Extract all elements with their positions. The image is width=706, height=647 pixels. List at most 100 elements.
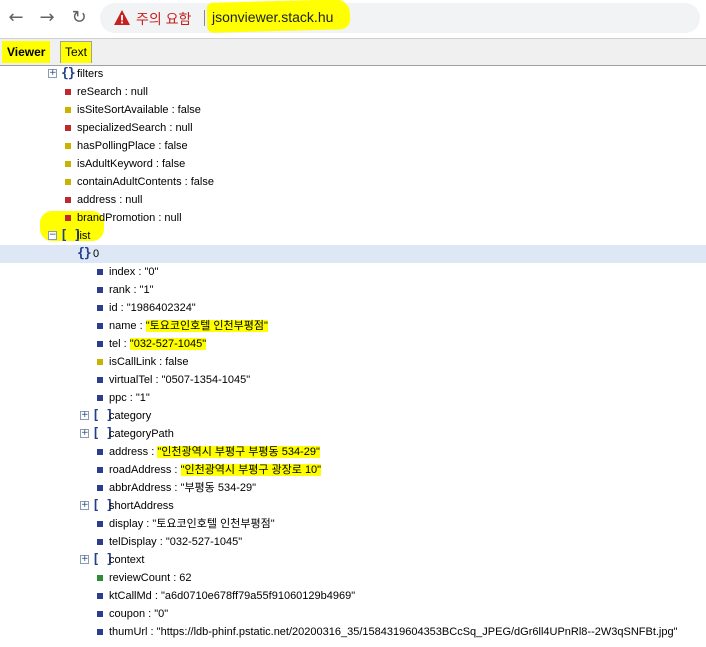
node-key: roadAddress : xyxy=(109,464,181,476)
collapse-icon[interactable]: − xyxy=(48,231,57,240)
node-key: tel : xyxy=(109,338,130,350)
boolean-value-icon xyxy=(65,161,71,167)
node-label: coupon : "0" xyxy=(109,608,169,620)
node-label: telDisplay : "032-527-1045" xyxy=(109,536,243,548)
node-key: name : xyxy=(109,320,146,332)
security-warning-label[interactable]: 주의 요함 xyxy=(136,9,191,29)
tree-node-thumUrl[interactable]: thumUrl : "https://ldb-phinf.pstatic.net… xyxy=(0,623,706,641)
tree-node-rank[interactable]: rank : "1" xyxy=(0,281,706,299)
null-value-icon xyxy=(65,125,71,131)
tab-viewer[interactable]: Viewer xyxy=(2,41,51,63)
node-label: brandPromotion : null xyxy=(77,212,182,224)
string-value-icon xyxy=(97,629,103,635)
expand-icon[interactable]: + xyxy=(48,69,57,78)
expand-icon[interactable]: + xyxy=(80,555,89,564)
url-text[interactable]: jsonviewer.stack.hu xyxy=(212,9,333,25)
boolean-value-icon xyxy=(65,143,71,149)
node-label: ktCallMd : "a6d0710e678ff79a55f91060129b… xyxy=(109,590,356,602)
forward-button[interactable]: → xyxy=(36,7,58,29)
string-value-icon xyxy=(97,377,103,383)
node-label: abbrAddress : "부평동 534-29" xyxy=(109,482,257,494)
expand-icon[interactable]: + xyxy=(80,429,89,438)
string-value-icon xyxy=(97,287,103,293)
node-label: 0 xyxy=(93,248,100,260)
node-label: context xyxy=(109,554,145,566)
node-label: index : "0" xyxy=(109,266,159,278)
browser-toolbar: ← → ↻ 주의 요함 jsonviewer.stack.hu xyxy=(0,0,706,38)
tree-node-reviewCount[interactable]: reviewCount : 62 xyxy=(0,569,706,587)
tree-node-roadAddress[interactable]: roadAddress : "인천광역시 부평구 광장로 10" xyxy=(0,461,706,479)
tree-node-ktCallMd[interactable]: ktCallMd : "a6d0710e678ff79a55f91060129b… xyxy=(0,587,706,605)
tree-node-id[interactable]: id : "1986402324" xyxy=(0,299,706,317)
tree-node-telDisplay[interactable]: telDisplay : "032-527-1045" xyxy=(0,533,706,551)
tree-node-name[interactable]: name : "토요코인호텔 인천부평점" xyxy=(0,317,706,335)
tree-node-brandPromotion[interactable]: brandPromotion : null xyxy=(0,209,706,241)
node-label: name : "토요코인호텔 인천부평점" xyxy=(109,317,268,335)
json-tree: + {} filters reSearch : null isSiteSortA… xyxy=(0,65,706,647)
tree-node-category[interactable]: + [ ] category xyxy=(0,407,706,425)
tree-node-list[interactable]: − [ ] list xyxy=(0,227,706,245)
tree-node-filters[interactable]: + {} filters xyxy=(0,65,706,83)
node-label: address : "인천광역시 부평구 부평동 534-29" xyxy=(109,443,320,461)
tree-node-isCallLink[interactable]: isCallLink : false xyxy=(0,353,706,371)
boolean-value-icon xyxy=(97,359,103,365)
node-key: address : xyxy=(109,446,158,458)
tree-node-specializedSearch[interactable]: specializedSearch : null xyxy=(0,119,706,137)
tree-node-abbrAddress[interactable]: abbrAddress : "부평동 534-29" xyxy=(0,479,706,497)
back-button[interactable]: ← xyxy=(5,7,27,29)
expand-icon[interactable]: + xyxy=(80,501,89,510)
node-label: tel : "032-527-1045" xyxy=(109,335,207,353)
tree-node-categoryPath[interactable]: + [ ] categoryPath xyxy=(0,425,706,443)
node-label: reviewCount : 62 xyxy=(109,572,192,584)
expand-icon[interactable]: + xyxy=(80,411,89,420)
tree-node-address[interactable]: address : "인천광역시 부평구 부평동 534-29" xyxy=(0,443,706,461)
highlighted-value: "인천광역시 부평구 부평동 534-29" xyxy=(157,446,320,458)
node-label: isAdultKeyword : false xyxy=(77,158,186,170)
tree-node-list-item-0[interactable]: {} 0 xyxy=(0,245,706,263)
node-label: thumUrl : "https://ldb-phinf.pstatic.net… xyxy=(109,626,678,638)
node-label: isCallLink : false xyxy=(109,356,189,368)
tree-node-context[interactable]: + [ ] context xyxy=(0,551,706,569)
tree-node-address-null[interactable]: address : null xyxy=(0,191,706,209)
tree-node-tel[interactable]: tel : "032-527-1045" xyxy=(0,335,706,353)
string-value-icon xyxy=(97,395,103,401)
tree-node-hasPollingPlace[interactable]: hasPollingPlace : false xyxy=(0,137,706,155)
node-label: specializedSearch : null xyxy=(77,122,193,134)
node-label: id : "1986402324" xyxy=(109,302,196,314)
string-value-icon xyxy=(97,323,103,329)
tree-node-isAdultKeyword[interactable]: isAdultKeyword : false xyxy=(0,155,706,173)
node-label: roadAddress : "인천광역시 부평구 광장로 10" xyxy=(109,461,322,479)
tree-node-reSearch[interactable]: reSearch : null xyxy=(0,83,706,101)
string-value-icon xyxy=(97,539,103,545)
node-label: rank : "1" xyxy=(109,284,154,296)
boolean-value-icon xyxy=(65,179,71,185)
node-label: filters xyxy=(77,68,104,80)
null-value-icon xyxy=(65,89,71,95)
null-value-icon xyxy=(65,197,71,203)
node-label: categoryPath xyxy=(109,428,174,440)
tab-text[interactable]: Text xyxy=(60,41,93,63)
node-label: isSiteSortAvailable : false xyxy=(77,104,201,116)
tree-node-coupon[interactable]: coupon : "0" xyxy=(0,605,706,623)
highlighted-value: "토요코인호텔 인천부평점" xyxy=(145,320,268,332)
tree-node-containAdultContents[interactable]: containAdultContents : false xyxy=(0,173,706,191)
tree-node-display[interactable]: display : "토요코인호텔 인천부평점" xyxy=(0,515,706,533)
reload-button[interactable]: ↻ xyxy=(68,7,90,29)
string-value-icon xyxy=(97,269,103,275)
warning-icon[interactable] xyxy=(113,9,131,27)
viewer-tab-bar: Viewer Text xyxy=(0,38,706,66)
tree-node-index[interactable]: index : "0" xyxy=(0,263,706,281)
tree-node-ppc[interactable]: ppc : "1" xyxy=(0,389,706,407)
null-value-icon xyxy=(65,215,71,221)
number-value-icon xyxy=(97,575,103,581)
highlighted-value: "인천광역시 부평구 광장로 10" xyxy=(180,464,322,476)
string-value-icon xyxy=(97,485,103,491)
node-label: category xyxy=(109,410,152,422)
string-value-icon xyxy=(97,467,103,473)
tree-node-shortAddress[interactable]: + [ ] shortAddress xyxy=(0,497,706,515)
string-value-icon xyxy=(97,593,103,599)
tree-node-isSiteSortAvailable[interactable]: isSiteSortAvailable : false xyxy=(0,101,706,119)
node-label: ppc : "1" xyxy=(109,392,150,404)
string-value-icon xyxy=(97,521,103,527)
tree-node-virtualTel[interactable]: virtualTel : "0507-1354-1045" xyxy=(0,371,706,389)
